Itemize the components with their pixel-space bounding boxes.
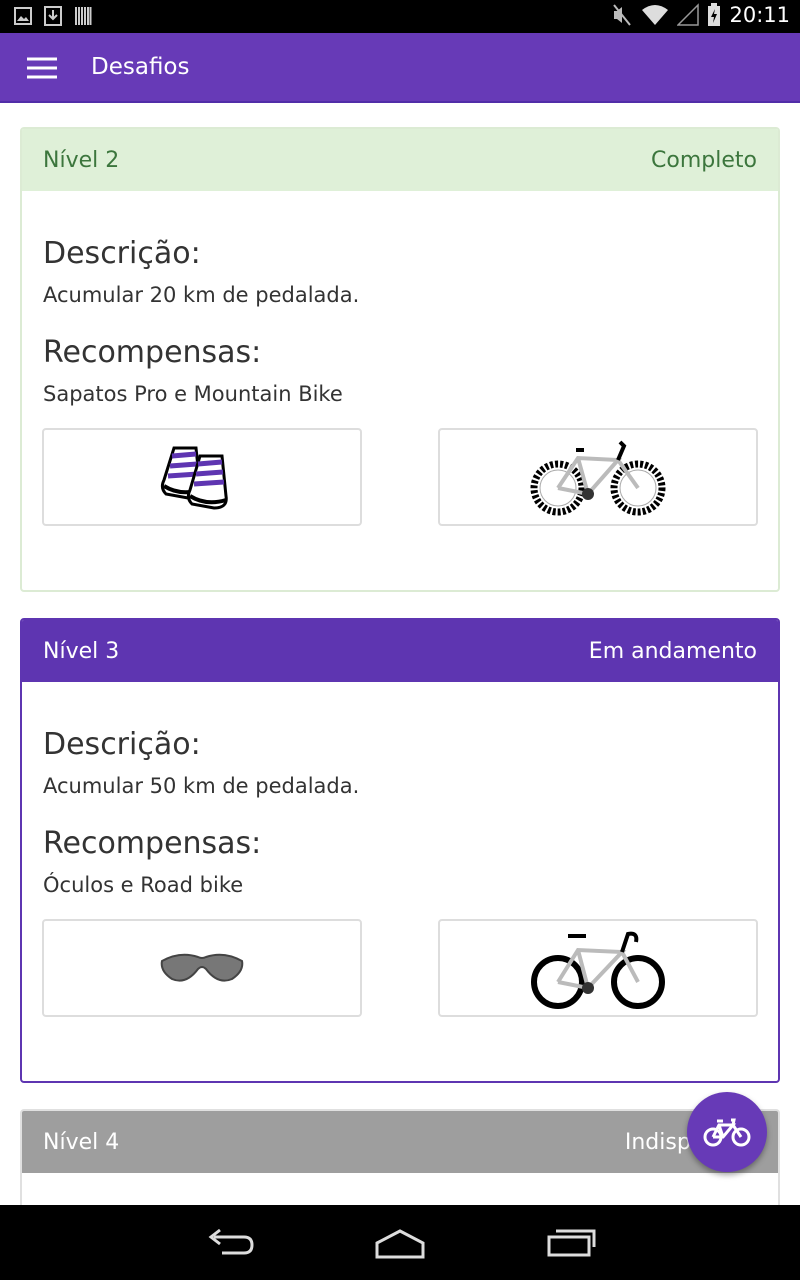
mountain-bike-icon bbox=[530, 440, 666, 516]
description-heading: Descrição: bbox=[43, 727, 201, 762]
rewards-heading: Recompensas: bbox=[43, 335, 262, 370]
rewards-text: Óculos e Road bike bbox=[43, 873, 244, 897]
download-icon bbox=[44, 6, 62, 26]
battery-icon bbox=[708, 3, 721, 26]
description-text: Acumular 50 km de pedalada. bbox=[43, 774, 360, 798]
challenge-header: Nível 3 Em andamento bbox=[22, 620, 778, 682]
start-ride-button[interactable] bbox=[687, 1092, 767, 1172]
clock: 20:11 bbox=[729, 3, 790, 27]
shoes-icon bbox=[160, 446, 228, 510]
challenge-status: Em andamento bbox=[588, 638, 757, 664]
challenge-header: Nível 2 Completo bbox=[22, 129, 778, 191]
wifi-icon bbox=[642, 5, 669, 25]
reward-item bbox=[42, 919, 362, 1017]
mute-icon bbox=[613, 4, 632, 26]
rewards-text: Sapatos Pro e Mountain Bike bbox=[43, 382, 343, 406]
recent-apps-icon[interactable] bbox=[540, 1225, 600, 1261]
reward-item bbox=[438, 428, 758, 526]
home-icon[interactable] bbox=[370, 1225, 430, 1261]
challenge-card-level-4: Nível 4 Indisponível bbox=[20, 1109, 780, 1205]
reward-item bbox=[438, 919, 758, 1017]
description-heading: Descrição: bbox=[43, 236, 201, 271]
page-title: Desafios bbox=[91, 54, 190, 80]
challenge-card-level-2: Nível 2 Completo Descrição: Acumular 20 … bbox=[20, 127, 780, 592]
status-bar: 20:11 bbox=[0, 0, 800, 33]
challenge-card-level-3: Nível 3 Em andamento Descrição: Acumular… bbox=[20, 618, 780, 1083]
back-icon[interactable] bbox=[200, 1225, 260, 1261]
barcode-icon bbox=[75, 7, 92, 25]
image-icon bbox=[14, 7, 32, 25]
challenge-level: Nível 2 bbox=[43, 147, 120, 173]
challenge-status: Completo bbox=[651, 147, 757, 173]
challenge-header: Nível 4 Indisponível bbox=[22, 1111, 778, 1173]
challenge-level: Nível 3 bbox=[43, 638, 120, 664]
signal-icon bbox=[677, 3, 700, 26]
navigation-bar bbox=[0, 1205, 800, 1280]
challenge-level: Nível 4 bbox=[43, 1129, 120, 1155]
road-bike-icon bbox=[531, 931, 665, 1009]
description-text: Acumular 20 km de pedalada. bbox=[43, 283, 360, 307]
menu-icon[interactable] bbox=[22, 53, 62, 83]
challenges-list[interactable]: Nível 2 Completo Descrição: Acumular 20 … bbox=[0, 103, 800, 1205]
app-bar: Desafios bbox=[0, 33, 800, 103]
glasses-icon bbox=[160, 953, 244, 982]
bicycle-icon bbox=[703, 1118, 751, 1147]
rewards-heading: Recompensas: bbox=[43, 826, 262, 861]
reward-item bbox=[42, 428, 362, 526]
